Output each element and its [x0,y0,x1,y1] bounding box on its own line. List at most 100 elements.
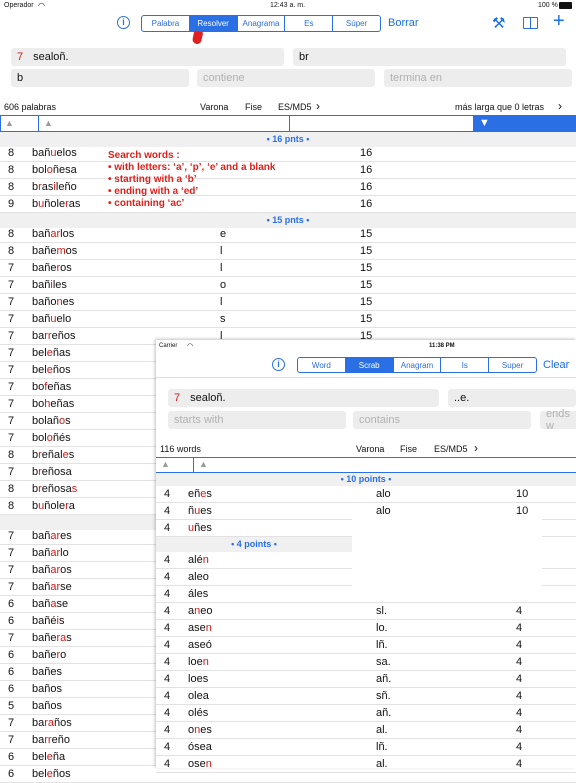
overlay-list-item[interactable]: 4 aneo sl. 4 [156,603,576,620]
word: bañemos [32,245,78,257]
list-item[interactable]: 7 bañones l 15 [0,294,576,311]
list-item[interactable]: 7 bañuelo s 15 [0,311,576,328]
info-icon[interactable]: i [117,16,130,29]
overlay-letters-field[interactable]: 7 sealoñ. [168,389,439,407]
list-item[interactable]: 8 boloñesa 16 [0,162,576,179]
contains-field[interactable]: contiene [197,69,375,87]
list-item[interactable]: 7 bañiles o 15 [0,277,576,294]
word: aseó [188,639,212,651]
pencil-marker-icon [191,30,204,45]
word: breñales [32,449,75,461]
list-item[interactable]: 8 bañemos l 15 [0,243,576,260]
word: baraños [32,717,72,729]
word: aleo [188,571,209,583]
letters-field[interactable]: 7 sealoñ. [11,48,284,66]
overlay-list-item[interactable]: 4 aseó lñ. 4 [156,637,576,654]
overlay-mode-tab-0[interactable]: Word [298,358,346,372]
list-item[interactable]: 9 buñoleras 16 [0,196,576,213]
list-item[interactable]: 8 brasileño 16 [0,179,576,196]
points: 4 [516,724,523,736]
overlay-list-item[interactable]: 4 eñes alo 10 [156,486,576,503]
overlay-list-item[interactable]: 4 ones al. 4 [156,722,576,739]
mode-tab-4[interactable]: Súper [333,16,380,31]
word-length: 8 [8,181,15,193]
divider [289,116,290,131]
overlay-list-item[interactable]: 4 olés añ. 4 [156,705,576,722]
length-filter[interactable]: más larga que 0 letras [455,102,544,112]
word-length: 7 [8,415,15,427]
mode-tab-2[interactable]: Anagrama [238,16,286,31]
mode-tab-3[interactable]: Es [285,16,334,31]
overlay-sort-bar[interactable]: ▲ ▲ [156,457,576,473]
ends-with-field[interactable]: termina en [384,69,572,87]
sort-up-icon[interactable]: ▲ [5,118,14,128]
word: bolaños [32,415,71,427]
word: baños [32,683,62,695]
points: 4 [516,656,523,668]
mode-tab-0[interactable]: Palabra [142,16,190,31]
sort-up-icon[interactable]: ▲ [161,459,170,469]
column-varona[interactable]: Varona [200,102,228,112]
column-esmd5[interactable]: ES/MD5 [278,102,312,112]
chevron-right-icon[interactable]: › [474,441,478,455]
extra-letters: sa. [376,656,391,668]
letters-count: 7 [17,51,24,63]
chevron-right-icon[interactable]: › [316,99,320,113]
overlay-list-item[interactable]: 4 olea sñ. 4 [156,688,576,705]
word-count: 606 palabras [4,102,57,112]
word: osen [188,758,212,770]
word-length: 7 [8,547,15,559]
instructions-annotation: Search words : • with letters: ‘a’, ‘p’, … [108,150,275,210]
word: baños [32,700,62,712]
overlay-contains-field[interactable]: contains [353,411,531,429]
overlay-mode-tab-2[interactable]: Anagram [394,358,442,372]
sort-bar[interactable]: ▲ ▲ ▼ [0,115,576,132]
sort-up-icon[interactable]: ▲ [44,118,53,128]
word-length: 4 [164,554,171,566]
list-item[interactable]: 8 bañuelos 16 [0,145,576,162]
overlay-column-esmd5[interactable]: ES/MD5 [434,444,468,454]
overlay-mode-tab-3[interactable]: Is [441,358,490,372]
word-length: 5 [8,700,15,712]
word-length: 4 [164,588,171,600]
column-fise[interactable]: Fise [245,102,262,112]
overlay-ends-field[interactable]: ends w [540,408,576,432]
overlay-list-item[interactable]: 4 osen al. 4 [156,756,576,773]
overlay-column-varona[interactable]: Varona [356,444,384,454]
word-length: 8 [8,147,15,159]
list-item[interactable]: 8 bañarlos e 15 [0,226,576,243]
word: bañiles [32,279,67,291]
word-length: 4 [164,724,171,736]
overlay-pattern-field[interactable]: ..e. [448,389,576,407]
clear-button[interactable]: Borrar [388,17,419,29]
overlay-list-item[interactable]: 4 loes añ. 4 [156,671,576,688]
starts-with-field[interactable]: b [11,69,189,87]
word-length: 7 [8,717,15,729]
add-icon[interactable]: + [553,10,565,33]
pattern-value: br [299,51,309,63]
sort-up-icon[interactable]: ▲ [199,459,208,469]
overlay-mode-tab-1[interactable]: Scrab [345,358,394,372]
word-length: 4 [164,707,171,719]
overlay-column-fise[interactable]: Fise [400,444,417,454]
pattern-field[interactable]: br [293,48,566,66]
info-icon[interactable]: i [272,358,285,371]
word: beleña [32,751,66,763]
mode-tab-1[interactable]: Resolver [189,16,238,31]
overlay-list-item[interactable]: 4 loen sa. 4 [156,654,576,671]
word-length: 7 [8,398,15,410]
overlay-mode-tab-4[interactable]: Super [489,358,536,372]
overlay-clear-button[interactable]: Clear [543,359,569,371]
word-length: 8 [8,449,15,461]
word: boloñesa [32,164,77,176]
extra-letters: lñ. [376,639,388,651]
word: uñes [188,522,212,534]
overlay-list-item[interactable]: 4 ósea lñ. 4 [156,739,576,756]
overlay-list-item[interactable]: 4 asen lo. 4 [156,620,576,637]
chevron-right-icon[interactable]: › [558,99,562,113]
word-length: 7 [8,296,15,308]
wrench-icon[interactable]: ⚒ [492,14,505,32]
sort-down-icon[interactable]: ▼ [479,117,490,129]
list-item[interactable]: 7 bañeros l 15 [0,260,576,277]
overlay-starts-field[interactable]: starts with [168,411,346,429]
